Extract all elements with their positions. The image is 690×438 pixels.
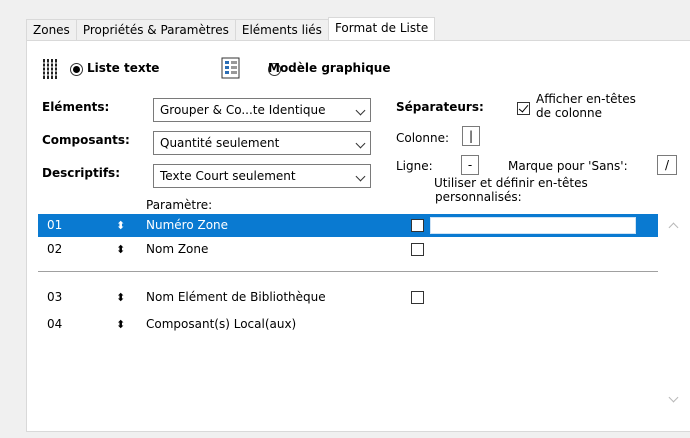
scroll-down-icon[interactable] [668,392,679,403]
custom-header-input[interactable] [430,217,636,234]
row-parameter-name: Composant(s) Local(aux) [146,317,297,331]
custom-header-checkbox[interactable] [411,219,424,232]
reorder-arrows-icon[interactable]: ⬍ [116,313,125,336]
descriptives-dropdown[interactable]: Texte Court seulement [153,164,371,188]
parameter-header: Paramètre: [146,198,213,212]
text-list-radio[interactable] [70,63,83,76]
row-parameter-name: Nom Zone [146,242,209,256]
custom-headers-line1: Utiliser et définir en-têtes [434,176,588,190]
column-separator-input[interactable]: | [462,126,480,146]
chevron-down-icon [355,105,366,116]
custom-headers-line2: personnalisés: [435,190,522,204]
line-separator-label: Ligne: [396,159,433,173]
text-list-icon [43,58,59,80]
show-headers-label: Afficher en-têtes de colonne [536,92,636,120]
tab-bar: Zones Propriétés & Paramètres Eléments l… [26,17,436,41]
row-parameter-name: Nom Elément de Bibliothèque [146,290,326,304]
row-number: 02 [47,242,63,256]
parameter-list[interactable]: 01 ⬍ Numéro Zone 02 ⬍ Nom Zone 03 ⬍ Nom … [38,214,684,412]
list-divider [38,271,658,272]
show-headers-label-line1: Afficher en-têtes [536,92,636,106]
descriptives-label: Descriptifs: [42,166,120,180]
custom-headers-header: Utiliser et définir en-têtes personnalis… [434,176,588,204]
chevron-down-icon [355,138,366,149]
reorder-arrows-icon[interactable]: ⬍ [116,238,125,261]
scroll-up-icon[interactable] [668,222,679,233]
tab-zones[interactable]: Zones [26,19,77,41]
list-item[interactable]: 01 ⬍ Numéro Zone [38,214,658,237]
show-headers-label-line2: de colonne [536,106,603,120]
line-separator-input[interactable]: - [461,155,479,175]
graphic-template-label: Modèle graphique [268,61,391,75]
separators-title: Séparateurs: [396,100,484,114]
components-dropdown[interactable]: Quantité seulement [153,131,371,155]
tab-linked-elements[interactable]: Eléments liés [234,19,329,41]
row-number: 03 [47,290,63,304]
chevron-down-icon [355,171,366,182]
tab-properties-parameters[interactable]: Propriétés & Paramètres [75,19,236,41]
column-separator-label: Colonne: [396,131,450,145]
row-number: 04 [47,317,63,331]
elements-value: Grouper & Co...te Identique [160,103,326,117]
components-value: Quantité seulement [160,136,280,150]
list-item[interactable]: 02 ⬍ Nom Zone [38,238,658,261]
descriptives-value: Texte Court seulement [160,169,296,183]
row-parameter-name: Numéro Zone [146,218,229,232]
elements-dropdown[interactable]: Grouper & Co...te Identique [153,98,371,122]
row-number: 01 [47,218,63,232]
custom-header-checkbox[interactable] [411,291,424,304]
tab-list-format[interactable]: Format de Liste [327,17,436,40]
show-headers-checkbox[interactable] [517,102,530,115]
reorder-arrows-icon[interactable]: ⬍ [116,214,125,237]
without-mark-input[interactable]: / [657,155,677,175]
list-item[interactable]: 04 ⬍ Composant(s) Local(aux) [38,313,658,336]
graphic-template-icon [221,57,241,79]
custom-header-checkbox[interactable] [411,243,424,256]
without-mark-label: Marque pour 'Sans': [508,159,628,173]
components-label: Composants: [42,133,130,147]
elements-label: Eléments: [42,100,110,114]
text-list-label: Liste texte [87,61,160,75]
reorder-arrows-icon[interactable]: ⬍ [116,286,125,309]
list-item[interactable]: 03 ⬍ Nom Elément de Bibliothèque [38,286,658,309]
